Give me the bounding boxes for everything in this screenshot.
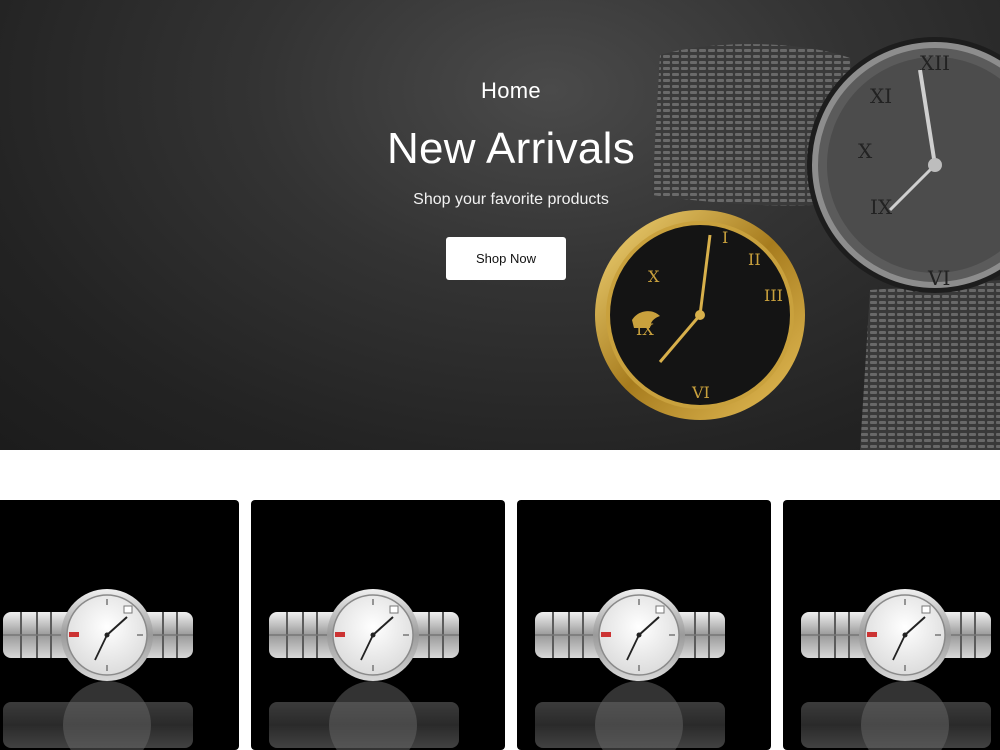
product-grid bbox=[0, 500, 1000, 750]
breadcrumb-home[interactable]: Home bbox=[0, 78, 1000, 104]
silver-watch-image bbox=[2, 588, 194, 750]
hero-banner: XII XI X IX VI I II III VI IX X Home New… bbox=[0, 0, 1000, 450]
silver-watch-image bbox=[800, 588, 992, 750]
svg-text:III: III bbox=[764, 286, 783, 305]
svg-text:X: X bbox=[648, 267, 660, 286]
svg-text:XII: XII bbox=[920, 51, 950, 75]
svg-text:VI: VI bbox=[927, 266, 950, 290]
silver-watch-image bbox=[268, 588, 460, 750]
svg-text:I: I bbox=[722, 228, 728, 247]
hero-subtitle: Shop your favorite products bbox=[413, 191, 609, 208]
product-card[interactable] bbox=[517, 500, 771, 750]
product-card[interactable] bbox=[783, 500, 1000, 750]
product-card[interactable] bbox=[0, 500, 239, 750]
svg-text:VI: VI bbox=[691, 383, 710, 402]
shop-now-button[interactable]: Shop Now bbox=[446, 237, 566, 280]
hero-watches-image: XII XI X IX VI I II III VI IX X bbox=[595, 37, 1000, 450]
silver-watch-image bbox=[534, 588, 726, 750]
hero-title: New Arrivals bbox=[386, 124, 636, 173]
product-card[interactable] bbox=[251, 500, 505, 750]
svg-text:II: II bbox=[748, 250, 761, 269]
